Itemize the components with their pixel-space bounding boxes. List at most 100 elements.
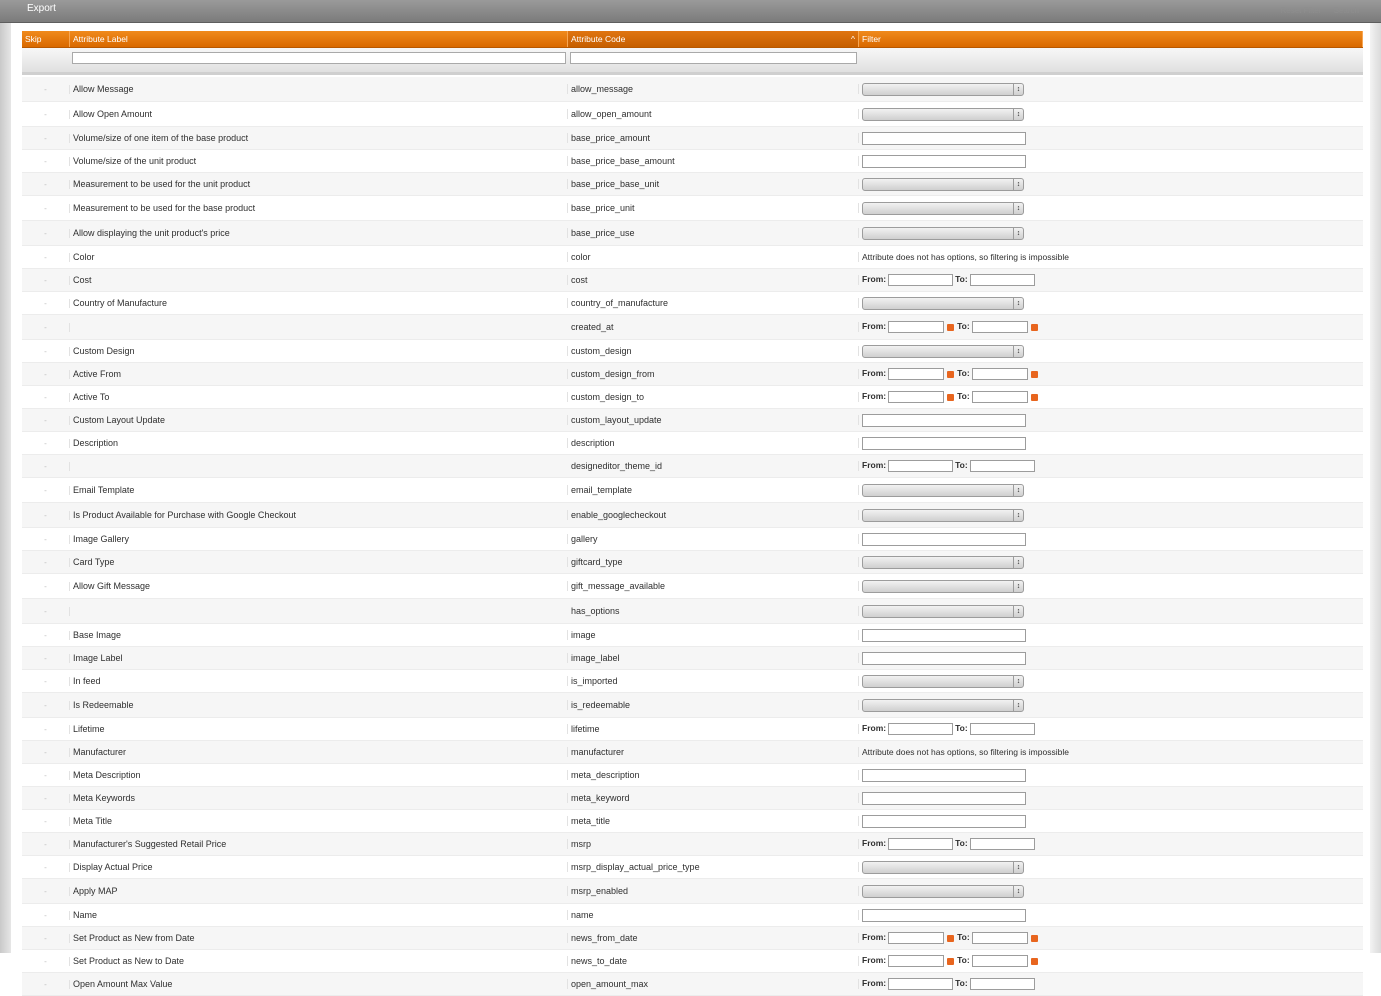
attribute-code-filter-input[interactable] <box>570 52 857 64</box>
filter-text-input[interactable] <box>862 814 1026 828</box>
filter-text-input[interactable] <box>862 413 1026 427</box>
calendar-icon[interactable] <box>1030 934 1038 942</box>
skip-checkbox[interactable]: - <box>22 461 70 471</box>
column-header-attribute-label[interactable]: Attribute Label <box>70 31 568 47</box>
filter-select[interactable]: ↕ <box>862 860 1024 874</box>
calendar-icon[interactable] <box>1030 957 1038 965</box>
range-to-input[interactable] <box>969 274 1035 286</box>
skip-checkbox[interactable]: - <box>22 322 70 332</box>
skip-checkbox[interactable]: - <box>22 252 70 262</box>
skip-checkbox[interactable]: - <box>22 700 70 710</box>
filter-text-input[interactable] <box>862 436 1026 450</box>
filter-text-input[interactable] <box>862 791 1026 805</box>
range-to-input[interactable] <box>969 838 1035 850</box>
range-to-input[interactable] <box>969 460 1035 472</box>
search-button[interactable]: Search <box>1334 6 1359 15</box>
filter-text-input[interactable] <box>862 628 1026 642</box>
skip-checkbox[interactable]: - <box>22 630 70 640</box>
date-from-input[interactable] <box>888 321 945 333</box>
filter-select[interactable]: ↕ <box>862 579 1024 593</box>
skip-checkbox[interactable]: - <box>22 747 70 757</box>
skip-checkbox[interactable]: - <box>22 910 70 920</box>
calendar-icon[interactable] <box>947 370 955 378</box>
range-from-input[interactable] <box>888 460 954 472</box>
skip-checkbox[interactable]: - <box>22 392 70 402</box>
skip-checkbox[interactable]: - <box>22 839 70 849</box>
date-to-input[interactable] <box>971 321 1028 333</box>
calendar-icon[interactable] <box>947 934 955 942</box>
skip-checkbox[interactable]: - <box>22 862 70 872</box>
calendar-icon[interactable] <box>1030 393 1038 401</box>
skip-checkbox[interactable]: - <box>22 298 70 308</box>
skip-checkbox[interactable]: - <box>22 133 70 143</box>
date-from-input[interactable] <box>888 932 945 944</box>
skip-checkbox[interactable]: - <box>22 438 70 448</box>
skip-checkbox[interactable]: - <box>22 275 70 285</box>
filter-text-input[interactable] <box>862 532 1026 546</box>
attribute-label-filter-input[interactable] <box>72 52 566 64</box>
calendar-icon[interactable] <box>1030 323 1038 331</box>
skip-checkbox[interactable]: - <box>22 886 70 896</box>
skip-checkbox[interactable]: - <box>22 485 70 495</box>
skip-checkbox[interactable]: - <box>22 228 70 238</box>
skip-checkbox[interactable]: - <box>22 676 70 686</box>
range-to-input[interactable] <box>969 723 1035 735</box>
skip-checkbox[interactable]: - <box>22 581 70 591</box>
skip-checkbox[interactable]: - <box>22 933 70 943</box>
filter-select[interactable]: ↕ <box>862 344 1024 358</box>
skip-checkbox[interactable]: - <box>22 109 70 119</box>
calendar-icon[interactable] <box>947 957 955 965</box>
range-from-input[interactable] <box>888 838 954 850</box>
skip-checkbox[interactable]: - <box>22 156 70 166</box>
filter-select[interactable]: ↕ <box>862 884 1024 898</box>
skip-checkbox[interactable]: - <box>22 510 70 520</box>
skip-checkbox[interactable]: - <box>22 724 70 734</box>
skip-checkbox[interactable]: - <box>22 346 70 356</box>
date-from-input[interactable] <box>888 391 945 403</box>
filter-select[interactable]: ↕ <box>862 604 1024 618</box>
skip-checkbox[interactable]: - <box>22 557 70 567</box>
skip-checkbox[interactable]: - <box>22 606 70 616</box>
calendar-icon[interactable] <box>1030 370 1038 378</box>
filter-select[interactable]: ↕ <box>862 201 1024 215</box>
date-to-input[interactable] <box>971 391 1028 403</box>
filter-text-input[interactable] <box>862 131 1026 145</box>
reset-filter-button[interactable]: Reset Filter <box>1281 6 1322 15</box>
date-from-input[interactable] <box>888 955 945 967</box>
filter-text-input[interactable] <box>862 651 1026 665</box>
filter-select[interactable]: ↕ <box>862 82 1024 96</box>
skip-checkbox[interactable]: - <box>22 653 70 663</box>
filter-text-input[interactable] <box>862 154 1026 168</box>
date-to-input[interactable] <box>971 955 1028 967</box>
skip-checkbox[interactable]: - <box>22 369 70 379</box>
filter-select[interactable]: ↕ <box>862 483 1024 497</box>
filter-select[interactable]: ↕ <box>862 698 1024 712</box>
skip-checkbox[interactable]: - <box>22 770 70 780</box>
date-to-input[interactable] <box>971 368 1028 380</box>
range-from-input[interactable] <box>888 978 954 990</box>
filter-select[interactable]: ↕ <box>862 296 1024 310</box>
skip-checkbox[interactable]: - <box>22 415 70 425</box>
filter-text-input[interactable] <box>862 768 1026 782</box>
skip-checkbox[interactable]: - <box>22 534 70 544</box>
range-to-input[interactable] <box>969 978 1035 990</box>
range-from-input[interactable] <box>888 723 954 735</box>
skip-checkbox[interactable]: - <box>22 956 70 966</box>
skip-checkbox[interactable]: - <box>22 979 70 989</box>
calendar-icon[interactable] <box>947 393 955 401</box>
range-from-input[interactable] <box>888 274 954 286</box>
skip-checkbox[interactable]: - <box>22 203 70 213</box>
filter-select[interactable]: ↕ <box>862 107 1024 121</box>
filter-text-input[interactable] <box>862 908 1026 922</box>
skip-checkbox[interactable]: - <box>22 84 70 94</box>
filter-select[interactable]: ↕ <box>862 555 1024 569</box>
filter-select[interactable]: ↕ <box>862 508 1024 522</box>
filter-select[interactable]: ↕ <box>862 177 1024 191</box>
skip-checkbox[interactable]: - <box>22 793 70 803</box>
skip-checkbox[interactable]: - <box>22 179 70 189</box>
calendar-icon[interactable] <box>947 323 955 331</box>
filter-select[interactable]: ↕ <box>862 674 1024 688</box>
filter-select[interactable]: ↕ <box>862 226 1024 240</box>
date-to-input[interactable] <box>971 932 1028 944</box>
skip-checkbox[interactable]: - <box>22 816 70 826</box>
